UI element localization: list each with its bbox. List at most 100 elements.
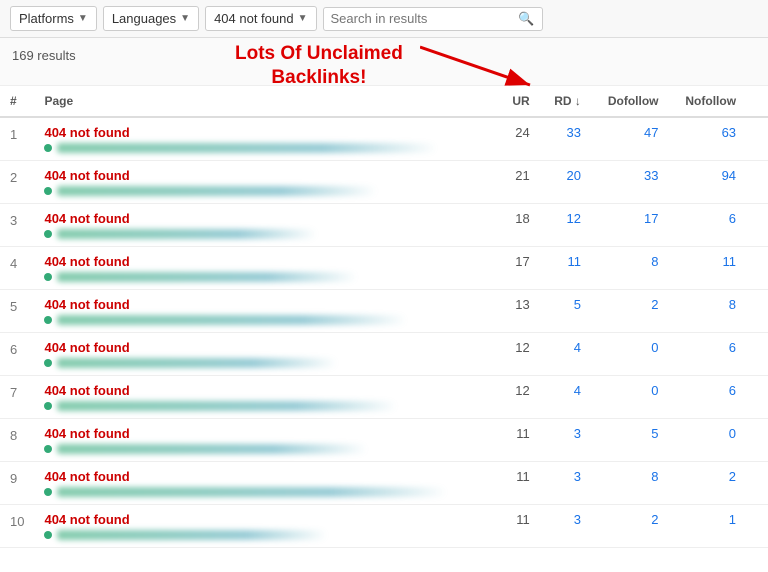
row-num: 2 [0, 161, 34, 204]
languages-label: Languages [112, 11, 176, 26]
annotation: Lots Of Unclaimed Backlinks! [235, 42, 403, 90]
row-page: 404 not found [34, 117, 498, 161]
row-rd[interactable]: 3 [540, 505, 591, 548]
annotation-line1: Lots Of Unclaimed [235, 42, 403, 66]
row-page: 404 not found [34, 462, 498, 505]
table-row: 10 404 not found 11 3 2 1 [0, 505, 768, 548]
page-title: 404 not found [44, 211, 488, 226]
search-icon: 🔍 [518, 11, 534, 27]
languages-dropdown[interactable]: Languages ▼ [103, 6, 199, 31]
th-num: # [0, 86, 34, 117]
page-title: 404 not found [44, 512, 488, 527]
row-extra [746, 462, 768, 505]
row-rd[interactable]: 4 [540, 333, 591, 376]
row-dofollow[interactable]: 5 [591, 419, 669, 462]
toolbar: Platforms ▼ Languages ▼ 404 not found ▼ … [0, 0, 768, 38]
row-nofollow[interactable]: 1 [668, 505, 746, 548]
row-rd[interactable]: 3 [540, 462, 591, 505]
row-nofollow[interactable]: 94 [668, 161, 746, 204]
table-row: 4 404 not found 17 11 8 11 [0, 247, 768, 290]
table-row: 3 404 not found 18 12 17 6 [0, 204, 768, 247]
row-ur: 11 [499, 419, 540, 462]
row-dofollow[interactable]: 8 [591, 462, 669, 505]
row-nofollow[interactable]: 8 [668, 290, 746, 333]
table-row: 5 404 not found 13 5 2 8 [0, 290, 768, 333]
row-rd[interactable]: 33 [540, 117, 591, 161]
search-input[interactable] [331, 11, 514, 26]
row-page: 404 not found [34, 333, 498, 376]
row-dofollow[interactable]: 8 [591, 247, 669, 290]
row-extra [746, 290, 768, 333]
results-count: 169 results [12, 48, 76, 63]
row-rd[interactable]: 5 [540, 290, 591, 333]
table-row: 2 404 not found 21 20 33 94 [0, 161, 768, 204]
page-title: 404 not found [44, 469, 488, 484]
annotation-line2: Backlinks! [235, 66, 403, 90]
table-body: 1 404 not found 24 33 47 63 2 404 not fo… [0, 117, 768, 548]
row-page: 404 not found [34, 505, 498, 548]
row-num: 3 [0, 204, 34, 247]
row-dofollow[interactable]: 0 [591, 333, 669, 376]
row-ur: 24 [499, 117, 540, 161]
row-nofollow[interactable]: 6 [668, 333, 746, 376]
row-num: 8 [0, 419, 34, 462]
page-title: 404 not found [44, 426, 488, 441]
page-title: 404 not found [44, 340, 488, 355]
annotation-arrow [420, 37, 550, 92]
row-num: 4 [0, 247, 34, 290]
row-page: 404 not found [34, 376, 498, 419]
row-nofollow[interactable]: 2 [668, 462, 746, 505]
th-extra [746, 86, 768, 117]
row-num: 7 [0, 376, 34, 419]
row-nofollow[interactable]: 63 [668, 117, 746, 161]
page-title: 404 not found [44, 254, 488, 269]
platforms-label: Platforms [19, 11, 74, 26]
results-table: # Page UR RD ↓ Dofollow Nofollow 1 404 n… [0, 86, 768, 548]
row-rd[interactable]: 3 [540, 419, 591, 462]
row-extra [746, 161, 768, 204]
row-ur: 18 [499, 204, 540, 247]
row-num: 9 [0, 462, 34, 505]
filter-label: 404 not found [214, 11, 294, 26]
row-extra [746, 333, 768, 376]
row-extra [746, 117, 768, 161]
row-ur: 12 [499, 376, 540, 419]
table-row: 8 404 not found 11 3 5 0 [0, 419, 768, 462]
row-dofollow[interactable]: 47 [591, 117, 669, 161]
row-dofollow[interactable]: 33 [591, 161, 669, 204]
page-title: 404 not found [44, 125, 488, 140]
row-dofollow[interactable]: 0 [591, 376, 669, 419]
row-ur: 13 [499, 290, 540, 333]
row-dofollow[interactable]: 2 [591, 505, 669, 548]
row-rd[interactable]: 11 [540, 247, 591, 290]
row-page: 404 not found [34, 290, 498, 333]
search-box: 🔍 [323, 7, 543, 31]
row-ur: 17 [499, 247, 540, 290]
row-nofollow[interactable]: 0 [668, 419, 746, 462]
table-row: 7 404 not found 12 4 0 6 [0, 376, 768, 419]
row-dofollow[interactable]: 17 [591, 204, 669, 247]
row-rd[interactable]: 20 [540, 161, 591, 204]
row-page: 404 not found [34, 204, 498, 247]
row-nofollow[interactable]: 6 [668, 204, 746, 247]
row-rd[interactable]: 12 [540, 204, 591, 247]
row-nofollow[interactable]: 11 [668, 247, 746, 290]
row-page: 404 not found [34, 419, 498, 462]
filter-caret-icon: ▼ [298, 13, 308, 24]
table-row: 1 404 not found 24 33 47 63 [0, 117, 768, 161]
page-title: 404 not found [44, 297, 488, 312]
row-num: 6 [0, 333, 34, 376]
row-page: 404 not found [34, 247, 498, 290]
th-nofollow: Nofollow [668, 86, 746, 117]
filter-dropdown[interactable]: 404 not found ▼ [205, 6, 316, 31]
row-rd[interactable]: 4 [540, 376, 591, 419]
annotation-text: Lots Of Unclaimed Backlinks! [235, 42, 403, 90]
th-dofollow: Dofollow [591, 86, 669, 117]
platforms-caret-icon: ▼ [78, 13, 88, 24]
languages-caret-icon: ▼ [180, 13, 190, 24]
row-ur: 12 [499, 333, 540, 376]
page-title: 404 not found [44, 383, 488, 398]
row-nofollow[interactable]: 6 [668, 376, 746, 419]
row-dofollow[interactable]: 2 [591, 290, 669, 333]
platforms-dropdown[interactable]: Platforms ▼ [10, 6, 97, 31]
